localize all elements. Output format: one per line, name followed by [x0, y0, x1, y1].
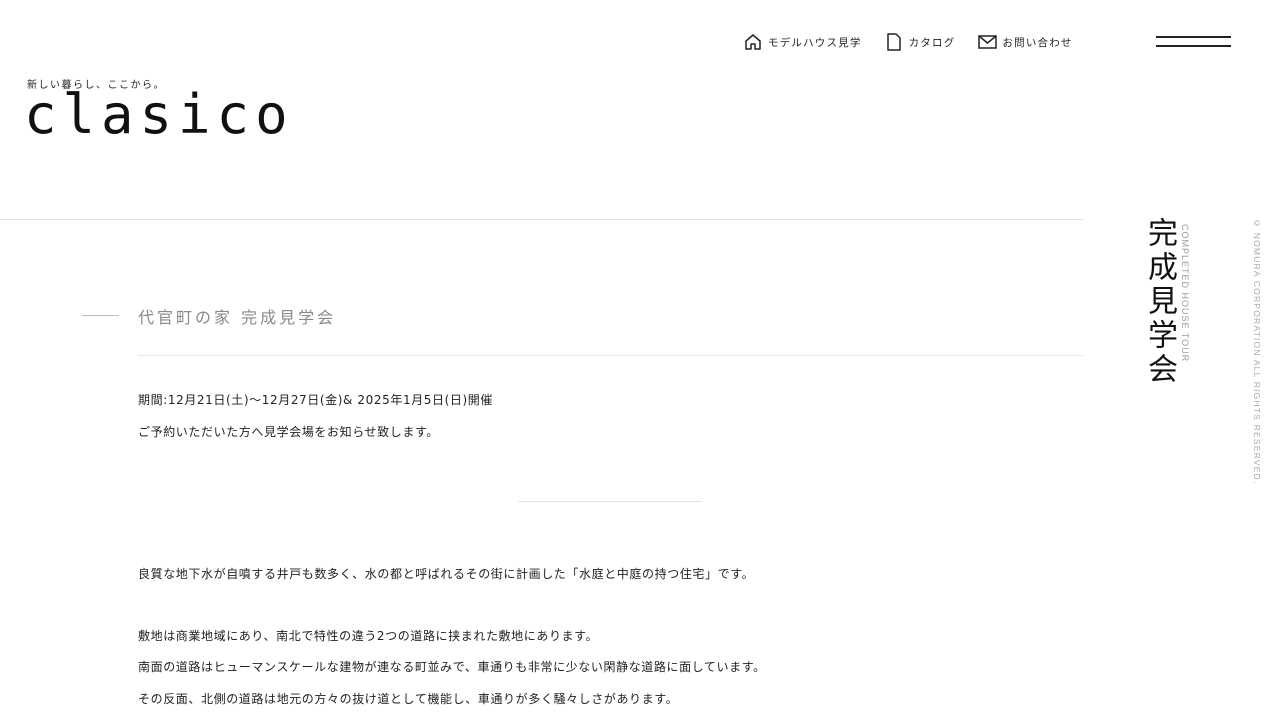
- event-notice: ご予約いただいた方へ見学会場をお知らせ致します。: [138, 425, 439, 439]
- document-icon: [884, 32, 904, 52]
- nav-model-house-label: モデルハウス見学: [768, 36, 862, 49]
- event-period: 期間:12月21日(土)〜12月27日(金)& 2025年1月5日(日)開催: [138, 393, 493, 407]
- house-icon: [743, 32, 763, 52]
- header-divider: [0, 219, 1083, 220]
- nav-model-house[interactable]: モデルハウス見学: [743, 32, 862, 52]
- nav-catalog-label: カタログ: [908, 36, 956, 49]
- mail-icon: [977, 32, 997, 52]
- nav-contact[interactable]: お問い合わせ: [977, 32, 1072, 52]
- nav-catalog[interactable]: カタログ: [884, 32, 956, 52]
- body-paragraph-1: 良質な地下水が自噴する井戸も数多く、水の都と呼ばれるその街に計画した「水庭と中庭…: [138, 567, 755, 581]
- menu-bar-bottom: [1156, 45, 1231, 47]
- site-logo[interactable]: clasico: [24, 88, 294, 142]
- page-title-vertical: 完成見学会: [1142, 217, 1177, 387]
- title-divider: [138, 355, 1083, 356]
- section-divider: [518, 501, 702, 502]
- body-paragraph-3: 南面の道路はヒューマンスケールな建物が連なる町並みで、車通りも非常に少ない閑静な…: [138, 660, 766, 674]
- event-title: 代官町の家 完成見学会: [138, 308, 337, 327]
- top-nav: モデルハウス見学 カタログ お問い合わせ: [743, 32, 1095, 52]
- hamburger-menu-icon[interactable]: [1156, 34, 1231, 50]
- body-paragraph-2: 敷地は商業地域にあり、南北で特性の違う2つの道路に挟まれた敷地にあります。: [138, 629, 599, 643]
- nav-contact-label: お問い合わせ: [1002, 36, 1073, 49]
- menu-bar-top: [1156, 36, 1231, 38]
- page-subtitle-vertical: COMPLETED HOUSE TOUR: [1180, 224, 1190, 363]
- title-accent-line: [82, 315, 119, 316]
- copyright-vertical: © NOMURA CORPORATION ALL RIGHTS RESERVED…: [1252, 218, 1262, 485]
- body-paragraph-4: その反面、北側の道路は地元の方々の抜け道として機能し、車通りが多く騒々しさがあり…: [138, 692, 679, 706]
